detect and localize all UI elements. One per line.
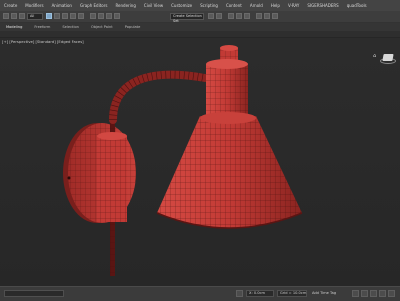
- menu-item-graph-editors[interactable]: Graph Editors: [76, 3, 111, 8]
- link-icon[interactable]: [19, 13, 25, 19]
- tab-selection[interactable]: Selection: [56, 25, 85, 29]
- tab-freeform[interactable]: Freeform: [28, 25, 56, 29]
- menu-item-rendering[interactable]: Rendering: [111, 3, 139, 8]
- material-editor-icon[interactable]: [256, 13, 262, 19]
- add-time-tag[interactable]: Add Time Tag: [312, 291, 336, 295]
- menu-item-modifiers[interactable]: Modifiers: [21, 3, 47, 8]
- percent-snap-icon[interactable]: [114, 13, 120, 19]
- menu-item-vray[interactable]: V-RAY: [284, 3, 303, 8]
- select-by-name-icon[interactable]: [54, 13, 60, 19]
- lamp-neck: [206, 59, 248, 116]
- curve-editor-icon[interactable]: [236, 13, 242, 19]
- zoom-icon[interactable]: [379, 290, 386, 297]
- menu-item-animation[interactable]: Animation: [48, 3, 76, 8]
- lock-selection-icon[interactable]: [236, 290, 243, 297]
- lamp-shade: [156, 112, 303, 229]
- scale-icon[interactable]: [78, 13, 84, 19]
- perspective-viewport[interactable]: [+] [Perspective] [Standard] [Edged Face…: [0, 38, 400, 286]
- lamp-arm: [109, 70, 209, 124]
- layer-icon[interactable]: [228, 13, 234, 19]
- maxscript-listener[interactable]: [4, 290, 64, 297]
- menu-item-civil-view[interactable]: Civil View: [140, 3, 167, 8]
- menu-item-arnold[interactable]: Arnold: [246, 3, 267, 8]
- status-bar: X: 0.0cm Grid = 10.0cm Add Time Tag: [0, 286, 400, 301]
- move-icon[interactable]: [62, 13, 68, 19]
- mirror-icon[interactable]: [208, 13, 214, 19]
- menu-item-quadtools[interactable]: quadTools: [343, 3, 371, 8]
- mount-block: [97, 132, 127, 222]
- pivot-icon[interactable]: [90, 13, 96, 19]
- tab-object-paint[interactable]: Object Paint: [85, 25, 119, 29]
- render-icon[interactable]: [272, 13, 278, 19]
- menu-item-sigershaders[interactable]: SIGERSHADERS: [303, 3, 342, 8]
- coordinate-field[interactable]: X: 0.0cm: [246, 290, 274, 297]
- ribbon-tabs: Modeling Freeform Selection Object Paint…: [0, 23, 400, 32]
- tab-populate[interactable]: Populate: [119, 25, 147, 29]
- tab-modeling[interactable]: Modeling: [0, 25, 28, 29]
- schematic-icon[interactable]: [244, 13, 250, 19]
- menu-item-customize[interactable]: Customize: [167, 3, 196, 8]
- menu-item-content[interactable]: Content: [222, 3, 246, 8]
- grid-size-field: Grid = 10.0cm: [277, 290, 307, 297]
- selection-filter-dropdown[interactable]: All: [27, 13, 43, 20]
- rotate-icon[interactable]: [70, 13, 76, 19]
- menu-item-help[interactable]: Help: [267, 3, 284, 8]
- menu-item-scripting[interactable]: Scripting: [196, 3, 222, 8]
- select-icon[interactable]: [46, 13, 52, 19]
- named-selection-dropdown[interactable]: Create Selection Set: [170, 13, 204, 23]
- snap-icon[interactable]: [98, 13, 104, 19]
- angle-snap-icon[interactable]: [106, 13, 112, 19]
- orbit-icon[interactable]: [388, 290, 395, 297]
- next-frame-icon[interactable]: [370, 290, 377, 297]
- render-setup-icon[interactable]: [264, 13, 270, 19]
- undo-icon[interactable]: [3, 13, 9, 19]
- align-icon[interactable]: [216, 13, 222, 19]
- play-icon[interactable]: [361, 290, 368, 297]
- redo-icon[interactable]: [11, 13, 17, 19]
- menu-item-create[interactable]: Create: [0, 3, 21, 8]
- main-toolbar: All Create Selection Set: [0, 11, 400, 23]
- key-icon[interactable]: [352, 290, 359, 297]
- lamp-model[interactable]: [0, 38, 400, 286]
